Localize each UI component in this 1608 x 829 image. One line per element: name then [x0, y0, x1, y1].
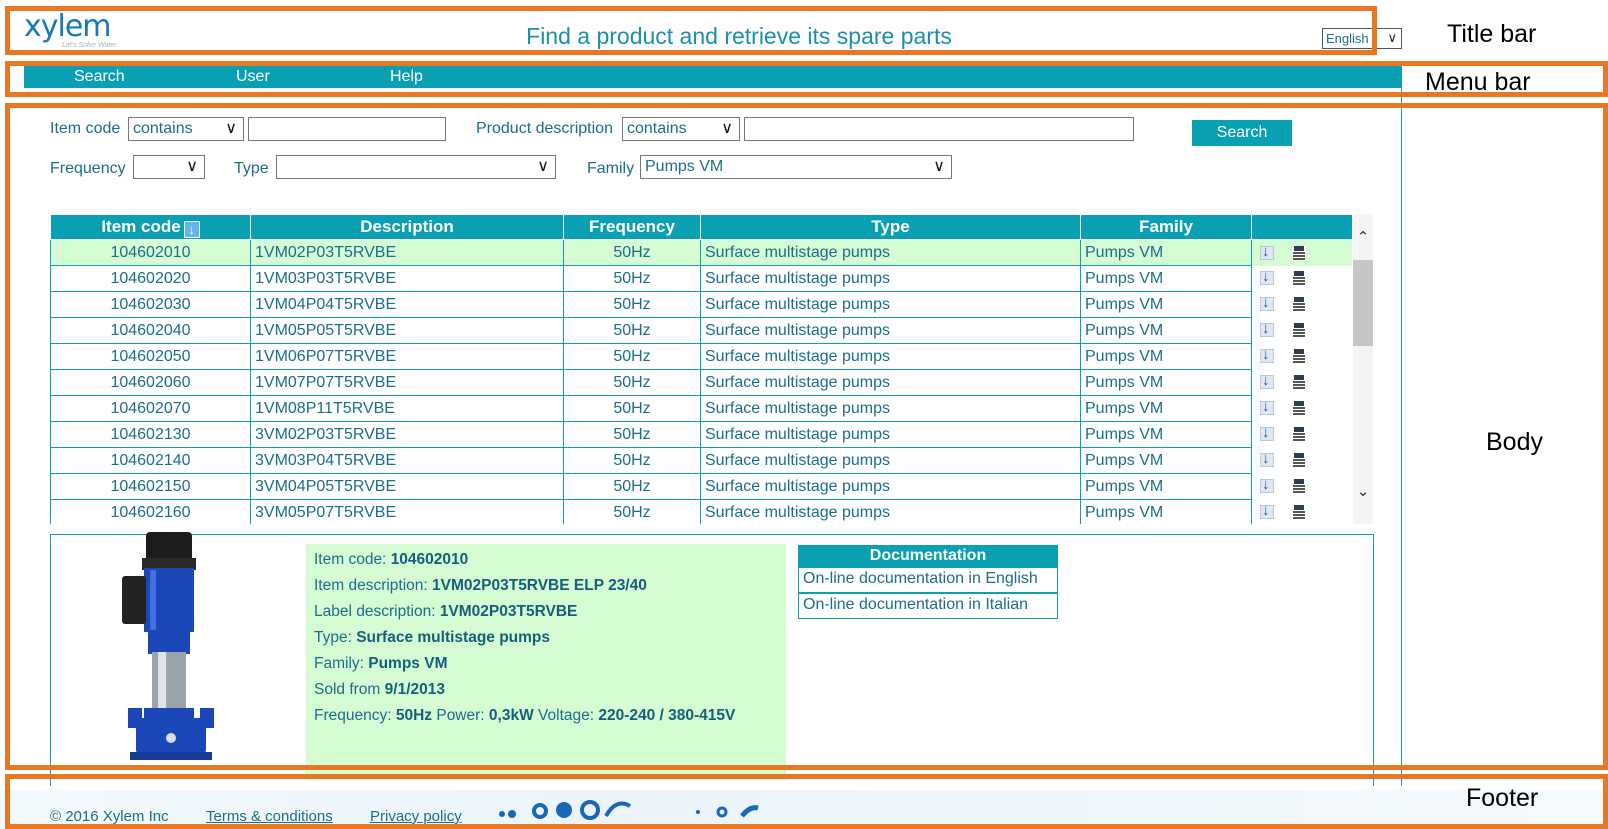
annotation-title-bar-box — [5, 6, 1377, 55]
annotation-body-label: Body — [1486, 428, 1543, 456]
annotation-footer-label: Footer — [1466, 784, 1539, 812]
annotation-menu-bar-label: Menu bar — [1425, 68, 1531, 96]
annotation-body-box — [5, 103, 1608, 770]
annotation-menu-bar-box — [5, 61, 1608, 97]
chevron-down-icon: ∨ — [1387, 30, 1397, 45]
annotation-title-bar-label: Title bar — [1447, 20, 1537, 48]
annotation-footer-box — [5, 774, 1608, 829]
